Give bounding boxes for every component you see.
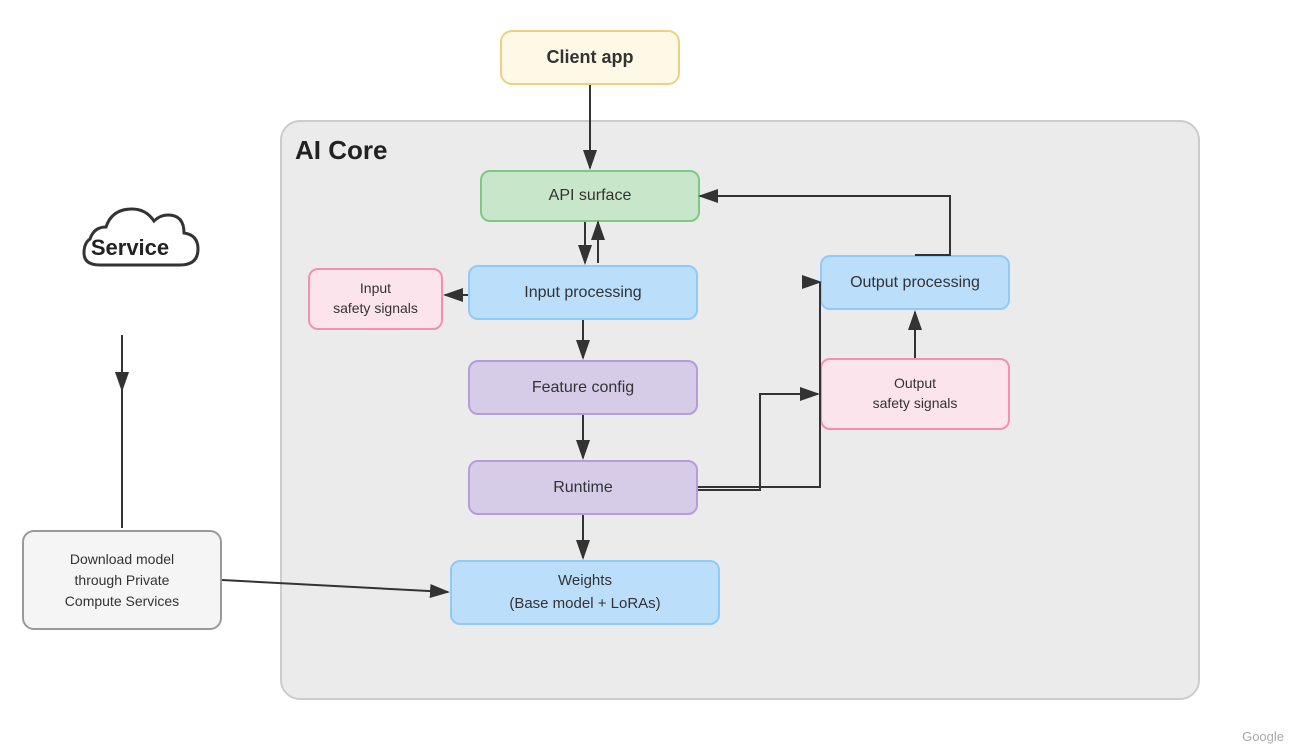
input-safety-label: Inputsafety signals	[333, 279, 418, 318]
weights-box: Weights(Base model + LoRAs)	[450, 560, 720, 625]
weights-label: Weights(Base model + LoRAs)	[509, 570, 660, 615]
runtime-box: Runtime	[468, 460, 698, 515]
output-processing-box: Output processing	[820, 255, 1010, 310]
feature-config-label: Feature config	[532, 379, 634, 397]
output-safety-label: Outputsafety signals	[873, 374, 958, 413]
download-model-label: Download modelthrough PrivateCompute Ser…	[65, 549, 179, 612]
client-app-box: Client app	[500, 30, 680, 85]
runtime-label: Runtime	[553, 479, 613, 497]
input-safety-box: Inputsafety signals	[308, 268, 443, 330]
feature-config-box: Feature config	[468, 360, 698, 415]
api-surface-label: API surface	[549, 187, 632, 205]
ai-core-container	[280, 120, 1200, 700]
output-processing-label: Output processing	[850, 274, 980, 292]
ai-core-label: AI Core	[295, 135, 387, 166]
service-label: Service	[91, 235, 169, 261]
api-surface-box: API surface	[480, 170, 700, 222]
download-model-box: Download modelthrough PrivateCompute Ser…	[22, 530, 222, 630]
input-processing-box: Input processing	[468, 265, 698, 320]
output-safety-box: Outputsafety signals	[820, 358, 1010, 430]
diagram-container: Client app AI Core API surface Input pro…	[0, 0, 1304, 756]
client-app-label: Client app	[546, 47, 633, 68]
google-label: Google	[1242, 729, 1284, 744]
service-cloud: Service	[30, 195, 230, 335]
input-processing-label: Input processing	[524, 284, 641, 302]
